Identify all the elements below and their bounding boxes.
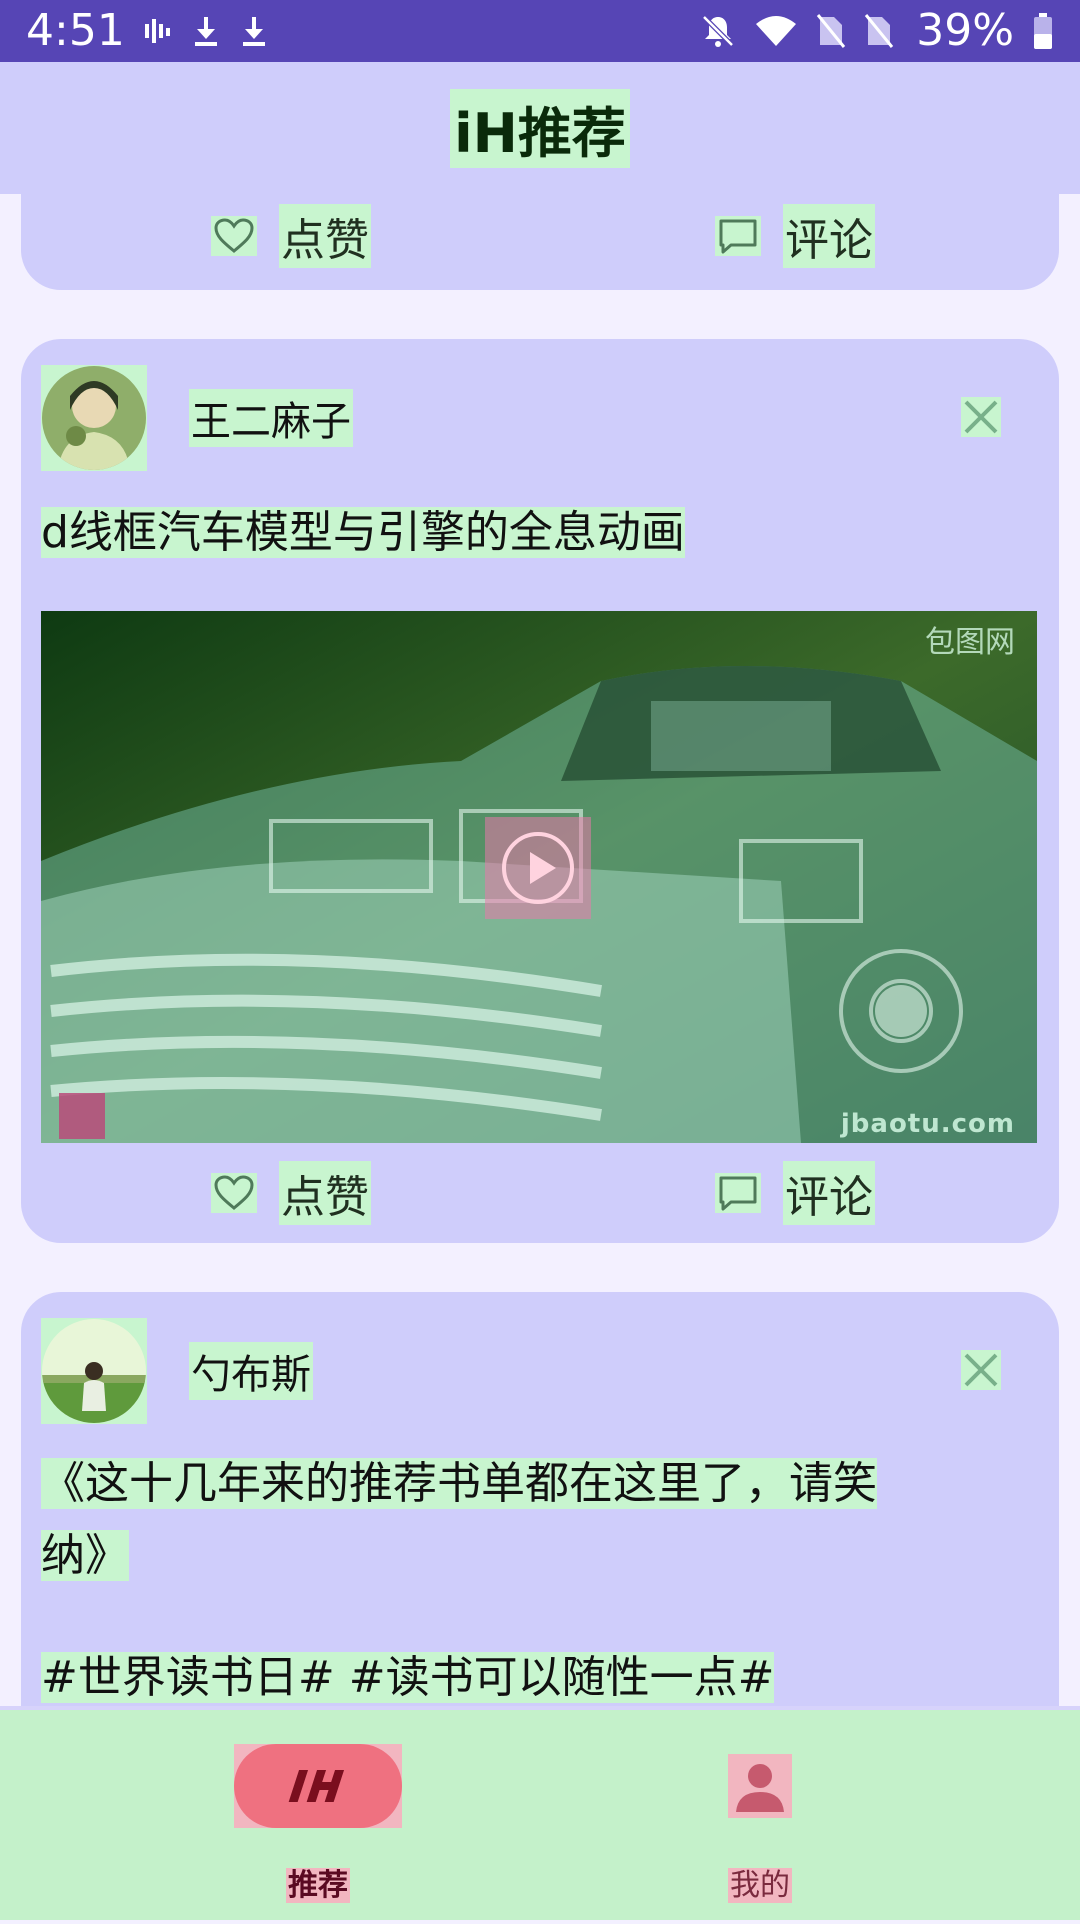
post-tags[interactable]: #世界读书日# #读书可以随性一点# xyxy=(41,1642,1001,1706)
no-sim-icon xyxy=(864,13,894,49)
close-icon xyxy=(964,400,998,434)
play-button[interactable] xyxy=(485,817,591,919)
battery-percent: 39% xyxy=(916,5,1014,56)
watermark: 包图网 xyxy=(925,625,1015,660)
play-icon xyxy=(502,832,574,904)
comment-icon xyxy=(715,216,761,256)
close-button[interactable] xyxy=(961,397,1001,437)
post-author[interactable]: 王二麻子 xyxy=(41,365,353,471)
like-label: 点赞 xyxy=(279,1161,371,1225)
avatar[interactable] xyxy=(41,1318,147,1424)
page-title: iH推荐 xyxy=(450,88,630,168)
like-button[interactable]: 点赞 xyxy=(211,1153,371,1233)
post-actions: 点赞 评论 xyxy=(21,1153,1059,1233)
author-name: 勺布斯 xyxy=(189,1342,313,1400)
video-badge xyxy=(59,1093,105,1139)
like-label: 点赞 xyxy=(279,204,371,268)
close-button[interactable] xyxy=(961,1350,1001,1390)
ih-logo-icon[interactable] xyxy=(234,1744,402,1828)
comment-button[interactable]: 评论 xyxy=(715,1153,875,1233)
comment-button[interactable]: 评论 xyxy=(715,196,875,276)
comment-icon xyxy=(715,1173,761,1213)
nav-item-recommend[interactable]: 推荐 xyxy=(168,1710,468,1924)
post-text: d线框汽车模型与引擎的全息动画 xyxy=(41,507,685,558)
battery-icon xyxy=(1032,12,1054,50)
post-author[interactable]: 勺布斯 xyxy=(41,1318,313,1424)
download-icon xyxy=(191,15,221,47)
post-text: 《这十几年来的推荐书单都在这里了，请笑 纳》 xyxy=(41,1458,877,1581)
person-icon[interactable] xyxy=(728,1754,792,1818)
bell-off-icon xyxy=(700,13,736,49)
post-card: 王二麻子 d线框汽车模型与引擎的全息动画 包图网 jbaotu.com 点赞 评… xyxy=(21,339,1059,1243)
status-bar: 4:51 39% xyxy=(0,0,1080,62)
close-icon xyxy=(964,1353,998,1387)
comment-label: 评论 xyxy=(783,1161,875,1225)
feed-list[interactable]: 点赞 评论 王二麻子 d线框汽车模型与引擎的全息动画 包图网 jbaotu.co… xyxy=(0,194,1080,1706)
post-card: 勺布斯 《这十几年来的推荐书单都在这里了，请笑 纳》 #世界读书日# #读书可以… xyxy=(21,1292,1059,1706)
app-bar: iH推荐 xyxy=(0,62,1080,194)
watermark: jbaotu.com xyxy=(840,1109,1015,1139)
no-sim-icon xyxy=(816,13,846,49)
bottom-navigation: 推荐 我的 xyxy=(0,1706,1080,1920)
nav-item-me[interactable]: 我的 xyxy=(610,1710,910,1924)
video-thumbnail[interactable]: 包图网 jbaotu.com xyxy=(41,611,1037,1143)
post-card: 点赞 评论 xyxy=(21,194,1059,290)
author-name: 王二麻子 xyxy=(189,389,353,447)
comment-label: 评论 xyxy=(783,204,875,268)
post-actions: 点赞 评论 xyxy=(21,196,1059,276)
status-time: 4:51 xyxy=(26,5,125,56)
like-button[interactable]: 点赞 xyxy=(211,196,371,276)
heart-icon xyxy=(211,216,257,256)
nav-label: 我的 xyxy=(728,1868,792,1903)
avatar[interactable] xyxy=(41,365,147,471)
heart-icon xyxy=(211,1173,257,1213)
wifi-icon xyxy=(754,14,798,48)
nav-label: 推荐 xyxy=(286,1868,350,1903)
activity-icon xyxy=(143,16,173,46)
download-icon xyxy=(239,15,269,47)
